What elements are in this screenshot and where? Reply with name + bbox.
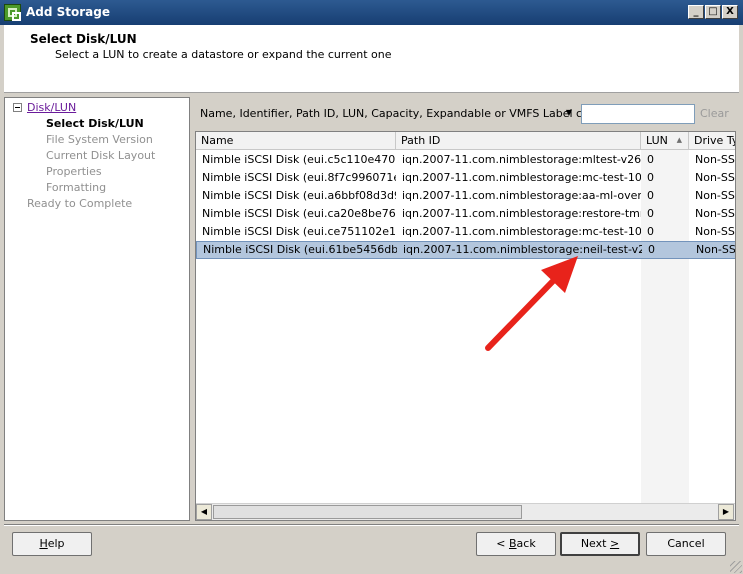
back-label: ack [516, 537, 536, 550]
help-label: elp [47, 537, 65, 550]
cell-name: Nimble iSCSI Disk (eui.8f7c996071e... [202, 171, 396, 184]
nav-step-select-disk-lun: Select Disk/LUN [46, 117, 144, 130]
scrollbar-thumb[interactable] [213, 505, 522, 519]
close-button[interactable]: X [722, 5, 738, 19]
table-row[interactable]: Nimble iSCSI Disk (eui.a6bbf08d3d9... iq… [196, 187, 735, 205]
next-label: Next [580, 537, 610, 550]
table-row-selected[interactable]: Nimble iSCSI Disk (eui.61be5456db... iqn… [196, 241, 736, 259]
wizard-header: Select Disk/LUN Select a LUN to create a… [4, 25, 739, 93]
lun-table: Name Path ID LUN ▲ Drive Ty Nimble iSCSI… [195, 131, 736, 521]
cell-drive-type: Non-SSD [695, 225, 735, 238]
cell-path-id: iqn.2007-11.com.nimblestorage:mltest-v26… [402, 153, 641, 166]
title-bar: Add Storage _ □ X [0, 0, 743, 25]
nav-step-disk-lun[interactable]: Disk/LUN [27, 101, 76, 114]
nav-step-current-disk-layout: Current Disk Layout [46, 149, 156, 162]
chevron-down-icon[interactable]: ▼ [563, 106, 575, 120]
table-row[interactable]: Nimble iSCSI Disk (eui.ca20e8be766... iq… [196, 205, 735, 223]
cell-lun: 0 [647, 225, 654, 238]
filter-input[interactable] [581, 104, 695, 124]
column-header-path-id[interactable]: Path ID [396, 132, 641, 150]
horizontal-scrollbar[interactable]: ◀ ▶ [196, 503, 735, 520]
wizard-steps-panel: Disk/LUN Select Disk/LUN File System Ver… [4, 97, 190, 521]
filter-field-label[interactable]: Name, Identifier, Path ID, LUN, Capacity… [200, 107, 593, 120]
column-header-lun[interactable]: LUN ▲ [641, 132, 689, 150]
back-button[interactable]: < Back [476, 532, 556, 556]
cell-lun: 0 [647, 153, 654, 166]
table-row[interactable]: Nimble iSCSI Disk (eui.c5c110e4706... iq… [196, 151, 735, 169]
column-header-name[interactable]: Name [196, 132, 396, 150]
column-header-drive-type[interactable]: Drive Ty [689, 132, 735, 150]
cell-drive-type: Non-SSD [696, 243, 736, 256]
nav-step-ready-to-complete: Ready to Complete [27, 197, 133, 210]
footer-divider [4, 524, 739, 526]
cell-lun: 0 [647, 189, 654, 202]
window-title: Add Storage [26, 5, 111, 19]
table-row[interactable]: Nimble iSCSI Disk (eui.ce751102e1d... iq… [196, 223, 735, 241]
resize-grip-icon[interactable] [730, 561, 742, 573]
cell-name: Nimble iSCSI Disk (eui.c5c110e4706... [202, 153, 396, 166]
cell-name: Nimble iSCSI Disk (eui.a6bbf08d3d9... [202, 189, 396, 202]
cell-drive-type: Non-SSD [695, 153, 735, 166]
cell-lun: 0 [648, 243, 655, 256]
cell-name: Nimble iSCSI Disk (eui.ce751102e1d... [202, 225, 396, 238]
cell-name: Nimble iSCSI Disk (eui.ca20e8be766... [202, 207, 396, 220]
cell-path-id: iqn.2007-11.com.nimblestorage:mc-test-10… [402, 225, 641, 238]
nav-step-properties: Properties [46, 165, 102, 178]
cell-path-id: iqn.2007-11.com.nimblestorage:restore-tm… [402, 207, 641, 220]
clear-filter-button[interactable]: Clear [700, 107, 729, 120]
cell-path-id: iqn.2007-11.com.nimblestorage:neil-test-… [403, 243, 642, 256]
cell-drive-type: Non-SSD [695, 207, 735, 220]
help-mnemonic: H [39, 537, 48, 550]
scroll-right-icon[interactable]: ▶ [718, 504, 734, 520]
cell-path-id: iqn.2007-11.com.nimblestorage:mc-test-10… [402, 171, 641, 184]
scroll-left-icon[interactable]: ◀ [196, 504, 212, 520]
cell-name: Nimble iSCSI Disk (eui.61be5456db... [203, 243, 397, 256]
cell-lun: 0 [647, 171, 654, 184]
cell-drive-type: Non-SSD [695, 171, 735, 184]
nav-step-formatting: Formatting [46, 181, 107, 194]
cell-path-id: iqn.2007-11.com.nimblestorage:aa-ml-over… [402, 189, 641, 202]
sort-ascending-icon: ▲ [676, 136, 682, 144]
collapse-icon[interactable] [13, 103, 22, 112]
table-row[interactable]: Nimble iSCSI Disk (eui.8f7c996071e... iq… [196, 169, 735, 187]
cancel-button[interactable]: Cancel [646, 532, 726, 556]
next-mnemonic: > [609, 537, 620, 550]
nav-step-file-system-version: File System Version [46, 133, 153, 146]
vsphere-app-icon [4, 4, 21, 21]
back-prefix: < [496, 537, 509, 550]
cell-drive-type: Non-SSD [695, 189, 735, 202]
minimize-button[interactable]: _ [688, 5, 704, 19]
page-title: Select Disk/LUN [30, 32, 137, 46]
column-header-lun-label: LUN [646, 134, 668, 147]
help-button[interactable]: Help [12, 532, 92, 556]
next-button[interactable]: Next > [560, 532, 640, 556]
maximize-button[interactable]: □ [705, 5, 721, 19]
cell-lun: 0 [647, 207, 654, 220]
page-subtitle: Select a LUN to create a datastore or ex… [55, 48, 392, 61]
back-mnemonic: B [509, 537, 517, 550]
